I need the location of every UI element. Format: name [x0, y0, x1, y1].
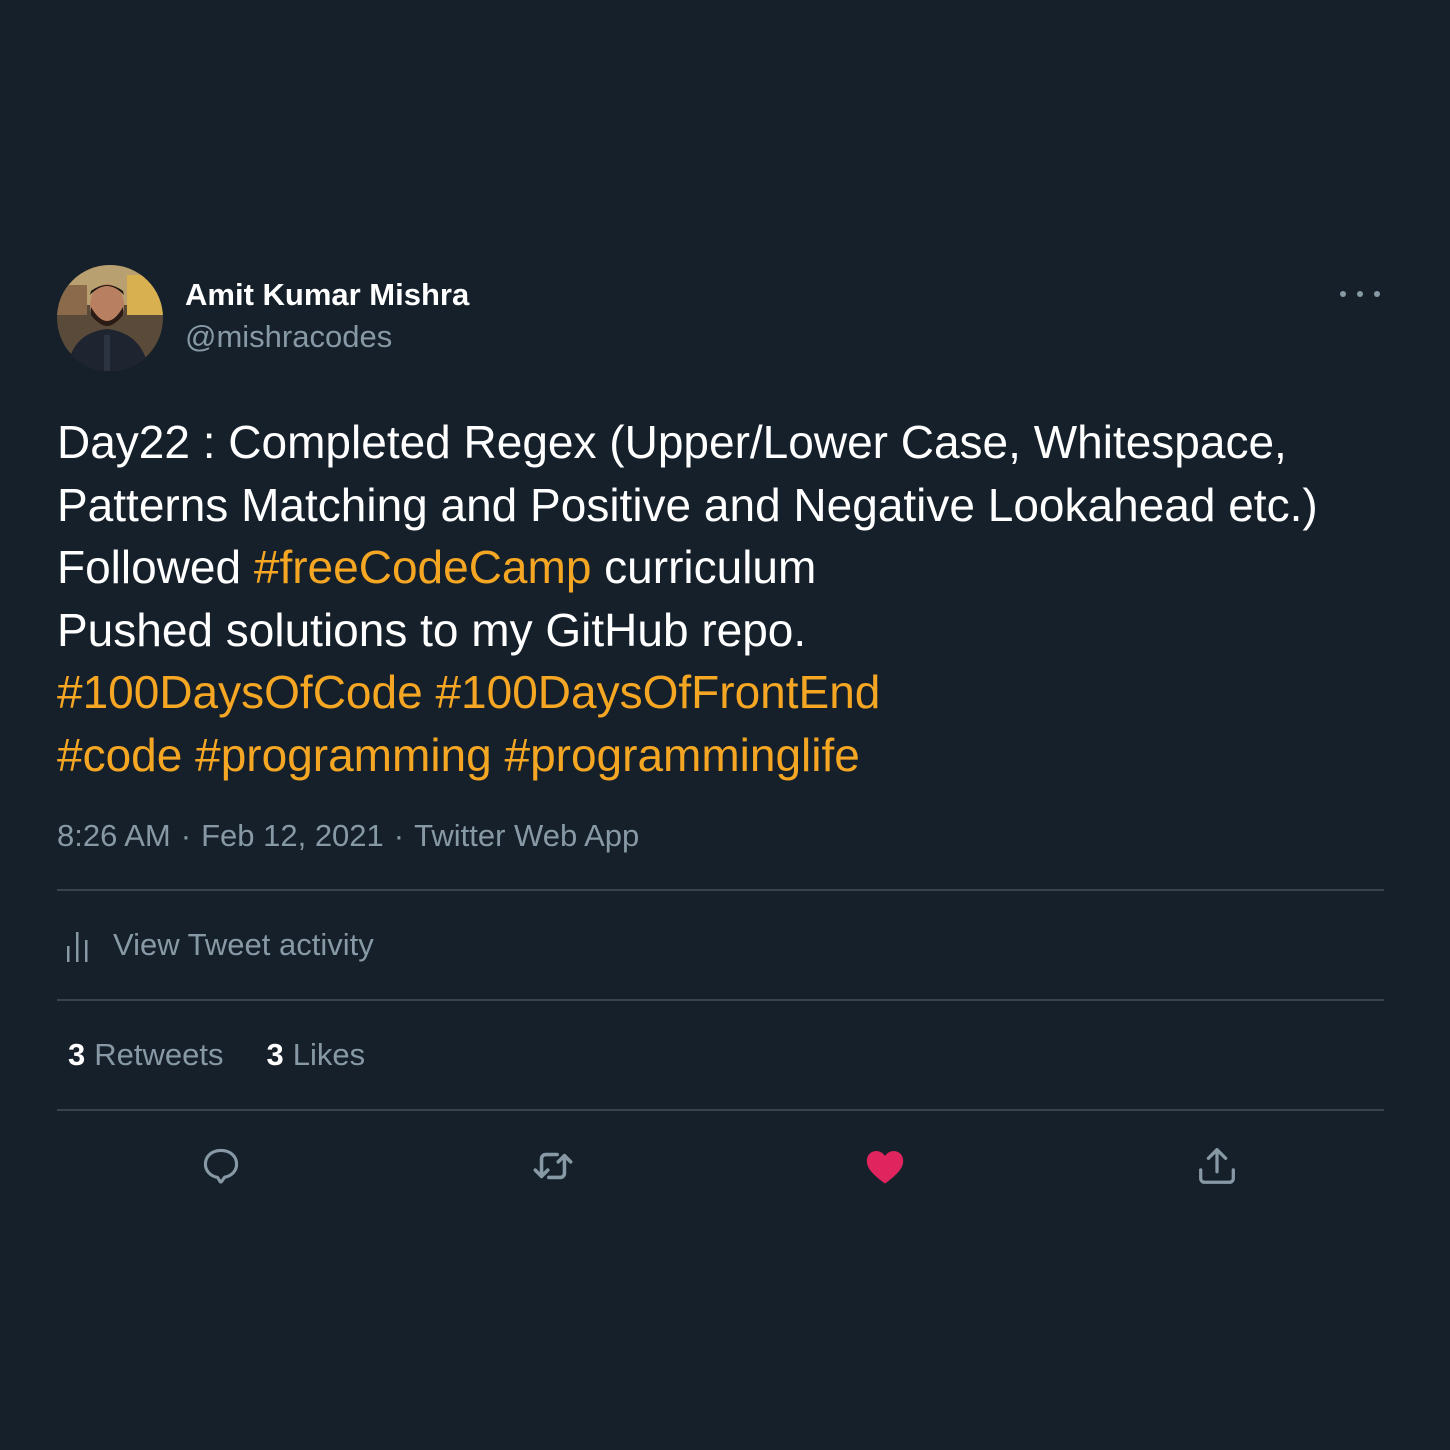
tweet-text-segment: Pushed solutions to my GitHub repo.	[57, 603, 807, 656]
retweets-count-link[interactable]: 3 Retweets	[68, 1037, 223, 1073]
share-button[interactable]	[1192, 1141, 1242, 1191]
retweet-icon	[533, 1152, 573, 1180]
reply-icon	[203, 1148, 239, 1184]
tweet-text: Day22 : Completed Regex (Upper/Lower Cas…	[57, 411, 1384, 786]
likes-count: 3	[266, 1037, 284, 1072]
hashtag-link[interactable]: #programminglife	[504, 729, 859, 781]
hashtag-link[interactable]: #freeCodeCamp	[254, 541, 592, 593]
tweet-source[interactable]: Twitter Web App	[414, 818, 639, 853]
tweet-text-segment	[182, 729, 195, 781]
bar-chart-icon	[67, 932, 88, 962]
hashtag-link[interactable]: #programming	[195, 729, 492, 781]
more-dot-icon	[1374, 291, 1380, 297]
more-options-button[interactable]	[1340, 287, 1380, 301]
author-names: Amit Kumar Mishra @mishracodes	[185, 277, 469, 355]
likes-label: Likes	[292, 1037, 366, 1072]
meta-separator: ·	[393, 818, 405, 853]
tweet-text-line: Patterns Matching and Positive and Negat…	[57, 474, 1384, 537]
reply-button[interactable]	[196, 1141, 246, 1191]
hashtag-link[interactable]: #code	[57, 729, 182, 781]
hashtag-link[interactable]: #100DaysOfFrontEnd	[435, 666, 880, 718]
tweet-actions	[57, 1111, 1384, 1221]
heart-icon	[866, 1151, 904, 1184]
tweet-text-line: #code #programming #programminglife	[57, 724, 1384, 787]
more-dot-icon	[1340, 291, 1346, 297]
tweet-text-segment: Followed	[57, 541, 254, 593]
tweet-metadata: 8:26 AM · Feb 12, 2021 · Twitter Web App	[57, 816, 1384, 856]
tweet-header: Amit Kumar Mishra @mishracodes	[57, 265, 1384, 371]
tweet-stats: 3 Retweets 3 Likes	[57, 1001, 1384, 1109]
tweet-date[interactable]: Feb 12, 2021	[201, 818, 384, 853]
retweet-button[interactable]	[528, 1141, 578, 1191]
tweet-text-line: #100DaysOfCode #100DaysOfFrontEnd	[57, 661, 1384, 724]
tweet-time[interactable]: 8:26 AM	[57, 818, 171, 853]
tweet-text-line: Pushed solutions to my GitHub repo.	[57, 599, 1384, 662]
author-handle[interactable]: @mishracodes	[185, 319, 469, 355]
tweet-card: Amit Kumar Mishra @mishracodes Day22 : C…	[57, 265, 1384, 1221]
more-dot-icon	[1357, 291, 1363, 297]
tweet-text-line: Day22 : Completed Regex (Upper/Lower Cas…	[57, 411, 1384, 474]
share-icon	[1199, 1148, 1235, 1184]
tweet-text-segment: curriculum	[591, 541, 817, 593]
retweets-count: 3	[68, 1037, 86, 1072]
tweet-text-segment: Day22 : Completed Regex (Upper/Lower Cas…	[57, 416, 1287, 468]
author-display-name[interactable]: Amit Kumar Mishra	[185, 277, 469, 313]
tweet-text-segment	[423, 666, 436, 718]
meta-separator: ·	[180, 818, 192, 853]
tweet-text-line: Followed #freeCodeCamp curriculum	[57, 536, 1384, 599]
view-tweet-activity-label: View Tweet activity	[113, 927, 374, 962]
tweet-text-segment	[492, 729, 505, 781]
like-button[interactable]	[860, 1141, 910, 1191]
avatar[interactable]	[57, 265, 163, 371]
tweet-text-segment: Patterns Matching and Positive and Negat…	[57, 478, 1318, 531]
hashtag-link[interactable]: #100DaysOfCode	[57, 666, 423, 718]
likes-count-link[interactable]: 3 Likes	[266, 1037, 365, 1073]
view-tweet-activity-link[interactable]: View Tweet activity	[57, 891, 1384, 999]
retweets-label: Retweets	[94, 1037, 224, 1072]
